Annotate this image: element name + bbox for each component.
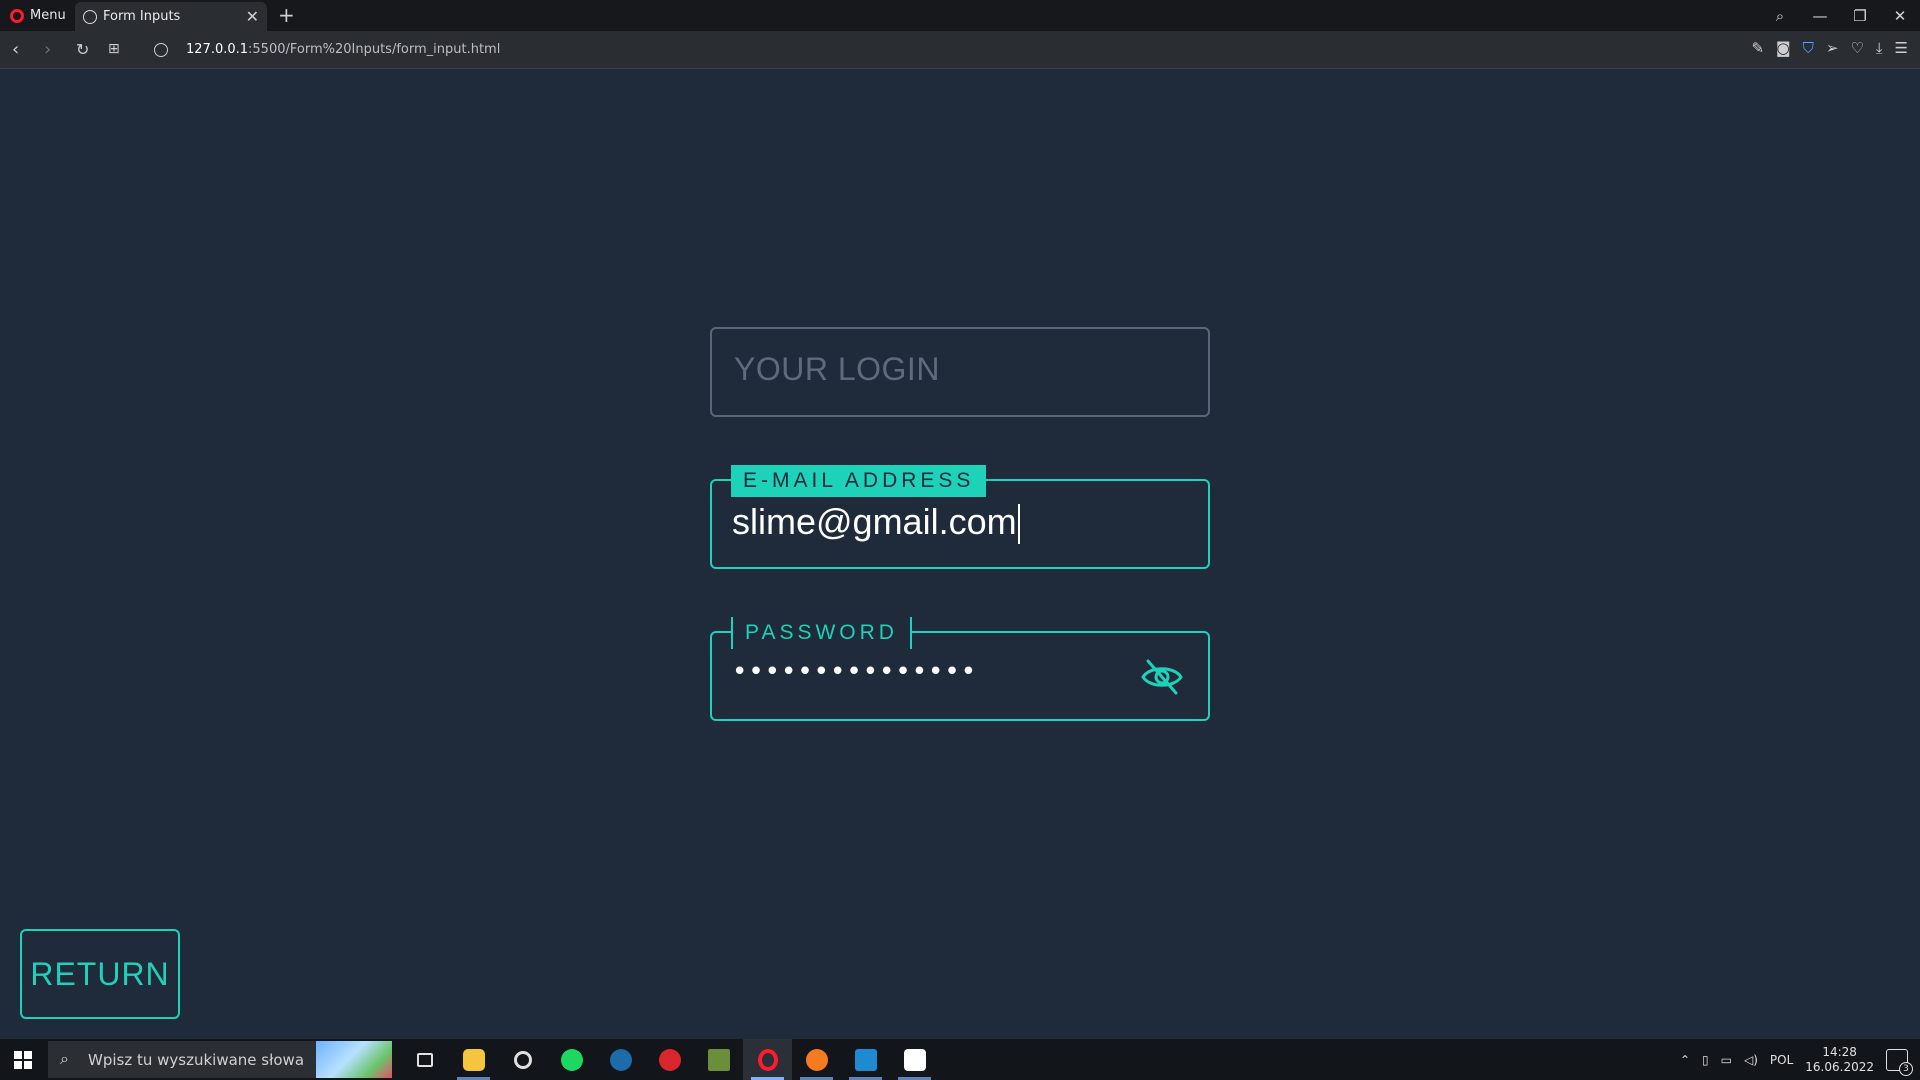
back-icon[interactable]: ‹ [12,39,19,60]
window-controls: ⌕ — ❐ ✕ [1760,0,1920,31]
globe-icon [83,9,97,24]
vscode-icon [854,1048,877,1071]
page-content: YOUR LOGIN E-MAIL ADDRESS slime@gmail.co… [0,69,1920,1039]
mega-icon [658,1048,681,1071]
task-view-icon [416,1052,433,1067]
taskbar-discord[interactable] [792,1039,841,1080]
minecraft-icon [707,1048,730,1071]
url-host: 127.0.0.1 [186,42,249,57]
tabs-grid-icon[interactable]: ⊞ [108,41,120,57]
address-bar: ‹ › ↻ ⊞ 127.0.0.1:5500/Form%20Inputs/for… [0,31,1920,69]
notification-count-badge: 3 [1899,1061,1913,1076]
login-input[interactable]: YOUR LOGIN [710,327,1210,417]
opera-icon [757,1048,778,1071]
snapshot-icon[interactable]: ◙ [1776,39,1791,57]
taskbar-spotify[interactable] [547,1039,596,1080]
password-masked-value: ••••••••••••••• [732,657,978,687]
taskbar-clock[interactable]: 14:28 16.06.2022 [1805,1045,1874,1075]
browser-menu-button[interactable]: Menu [0,0,74,31]
network-icon[interactable]: ▭ [1721,1053,1732,1067]
task-view-button[interactable] [400,1039,449,1080]
forward-icon[interactable]: › [44,39,51,60]
clock-date: 16.06.2022 [1805,1059,1874,1074]
url-field[interactable]: 127.0.0.1:5500/Form%20Inputs/form_input.… [186,42,500,57]
clock-time: 14:28 [1822,1044,1857,1059]
email-input[interactable]: E-MAIL ADDRESS slime@gmail.com [710,465,1210,569]
taskbar-search-placeholder: Wpisz tu wyszukiwane słowa [88,1050,305,1069]
taskbar-vscode[interactable] [841,1039,890,1080]
battery-icon[interactable]: ▯ [1702,1053,1709,1067]
email-value: slime@gmail.com [732,501,1020,545]
address-bar-tools: ✎ ◙ ⛉ ➢ ♡ ⤓ ☰ [1751,39,1908,57]
bookmark-heart-icon[interactable]: ♡ [1850,39,1863,57]
browser-tab-bar: Menu Form Inputs ✕ + ⌕ — ❐ ✕ [0,0,1920,31]
language-indicator[interactable]: POL [1770,1053,1793,1067]
taskbar-paint[interactable] [890,1039,939,1080]
taskbar-file-explorer[interactable] [449,1039,498,1080]
search-tabs-icon[interactable]: ⌕ [1760,7,1800,25]
system-tray: ⌃ ▯ ▭ ◁) POL 14:28 16.06.2022 3 [1680,1039,1920,1080]
hide-password-eye-icon[interactable] [1140,657,1184,697]
notification-center-icon[interactable]: 3 [1886,1048,1913,1076]
return-button[interactable]: RETURN [20,929,180,1019]
taskbar-opera[interactable] [743,1039,792,1080]
email-value-text: slime@gmail.com [732,501,1017,542]
spotify-icon [560,1048,583,1071]
browser-menu-label: Menu [30,8,66,23]
tab-title: Form Inputs [103,9,181,24]
password-label: PASSWORD [731,617,912,649]
download-icon[interactable]: ⤓ [1876,39,1883,57]
windows-start-icon[interactable] [14,1051,32,1069]
taskbar-minecraft[interactable] [694,1039,743,1080]
search-icon: ⌕ [60,1049,69,1068]
url-path: :5500/Form%20Inputs/form_input.html [248,42,501,57]
site-info-icon[interactable] [154,43,168,57]
taskbar-steelseries[interactable] [498,1039,547,1080]
text-caret [1017,504,1020,545]
password-input[interactable]: PASSWORD ••••••••••••••• [710,617,1210,721]
taskbar-apps [400,1039,939,1080]
taskbar-steam[interactable] [596,1039,645,1080]
tab-form-inputs[interactable]: Form Inputs ✕ [75,2,267,31]
restore-icon[interactable]: ❐ [1840,7,1880,25]
share-icon[interactable]: ✎ [1751,39,1764,57]
tray-expand-icon[interactable]: ⌃ [1680,1053,1690,1067]
minimize-icon[interactable]: — [1800,7,1840,25]
paint-icon [903,1048,926,1071]
tab-close-icon[interactable]: ✕ [246,7,259,26]
file-explorer-icon [462,1048,485,1071]
new-tab-button[interactable]: + [278,3,295,27]
search-highlight-image [316,1041,392,1078]
vpn-shield-icon[interactable]: ⛉ [1803,39,1814,57]
steam-icon [609,1048,632,1071]
send-icon[interactable]: ➢ [1826,39,1839,57]
steelseries-icon [513,1050,532,1069]
easy-setup-icon[interactable]: ☰ [1895,39,1908,57]
reload-icon[interactable]: ↻ [76,40,89,59]
discord-icon [805,1048,828,1071]
windows-taskbar: ⌕ Wpisz tu wyszukiwane słowa ⌃ ▯ ▭ ◁) PO… [0,1039,1920,1080]
opera-logo-icon [10,8,24,23]
taskbar-search-input[interactable]: ⌕ Wpisz tu wyszukiwane słowa [48,1041,392,1078]
email-label: E-MAIL ADDRESS [731,465,987,497]
taskbar-mega[interactable] [645,1039,694,1080]
login-placeholder: YOUR LOGIN [734,351,940,387]
volume-icon[interactable]: ◁) [1744,1053,1758,1067]
close-window-icon[interactable]: ✕ [1880,7,1920,25]
